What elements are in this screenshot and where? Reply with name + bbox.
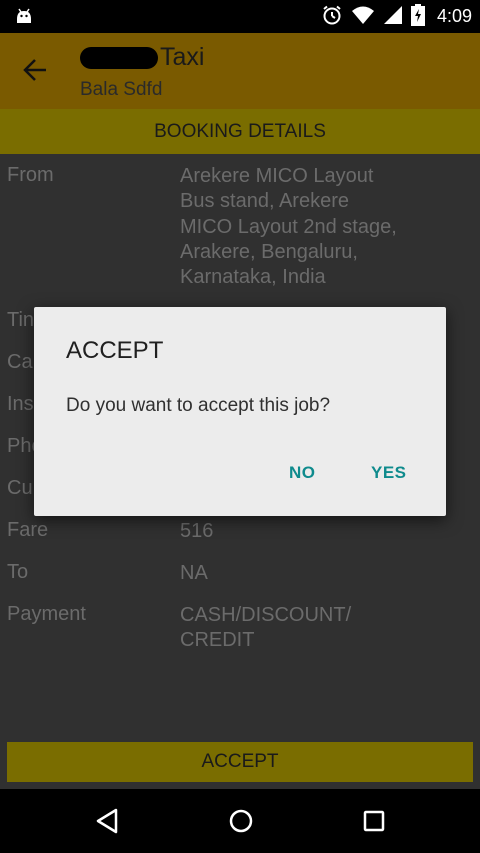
accept-dialog: ACCEPT Do you want to accept this job? N… <box>34 307 446 516</box>
dialog-message: Do you want to accept this job? <box>66 395 331 416</box>
cellular-signal-icon <box>383 5 403 29</box>
no-button[interactable]: NO <box>289 463 316 483</box>
alarm-icon <box>321 4 343 30</box>
android-icon <box>14 7 34 31</box>
home-circle-icon[interactable] <box>227 807 255 839</box>
status-bar: 4:09 <box>0 0 480 33</box>
system-nav-bar <box>0 789 480 853</box>
recents-square-icon[interactable] <box>361 807 387 839</box>
back-triangle-icon[interactable] <box>94 807 120 839</box>
dialog-title: ACCEPT <box>66 337 164 364</box>
clock-time: 4:09 <box>436 6 472 26</box>
wifi-icon <box>351 5 375 29</box>
yes-button[interactable]: YES <box>371 463 407 483</box>
battery-charging-icon <box>410 3 425 30</box>
